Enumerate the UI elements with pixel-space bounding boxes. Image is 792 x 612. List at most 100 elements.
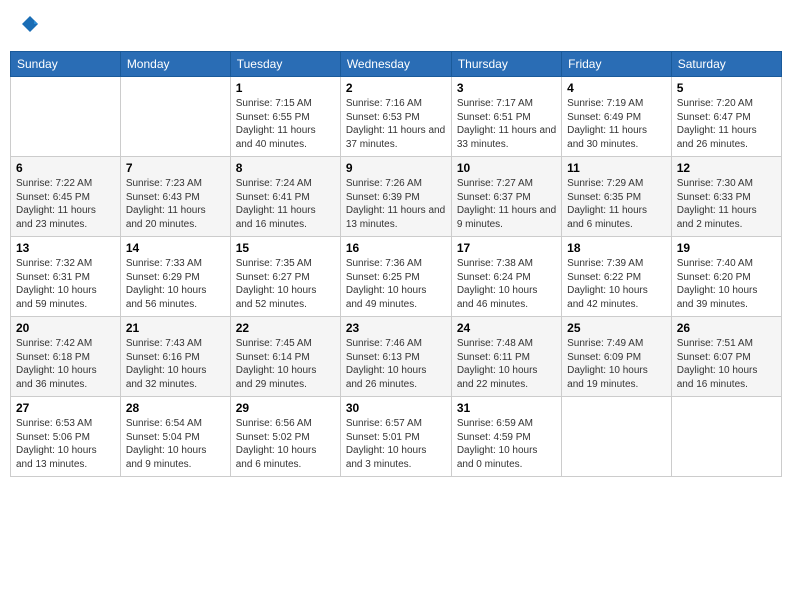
day-number: 30	[346, 401, 446, 415]
day-number: 6	[16, 161, 115, 175]
calendar-cell: 25 Sunrise: 7:49 AM Sunset: 6:09 PM Dayli…	[562, 317, 672, 397]
calendar-header-saturday: Saturday	[671, 52, 781, 77]
calendar-header-monday: Monday	[120, 52, 230, 77]
day-info: Sunrise: 7:16 AM Sunset: 6:53 PM Dayligh…	[346, 97, 446, 151]
calendar-cell	[11, 77, 121, 157]
day-number: 12	[677, 161, 776, 175]
day-info: Sunrise: 7:46 AM Sunset: 6:13 PM Dayligh…	[346, 337, 446, 391]
day-info: Sunrise: 7:36 AM Sunset: 6:25 PM Dayligh…	[346, 257, 446, 311]
calendar-header-wednesday: Wednesday	[340, 52, 451, 77]
calendar-week-row: 13 Sunrise: 7:32 AM Sunset: 6:31 PM Dayli…	[11, 237, 782, 317]
calendar-cell: 20 Sunrise: 7:42 AM Sunset: 6:18 PM Dayli…	[11, 317, 121, 397]
day-info: Sunrise: 7:30 AM Sunset: 6:33 PM Dayligh…	[677, 177, 776, 231]
day-number: 31	[457, 401, 556, 415]
calendar-cell: 5 Sunrise: 7:20 AM Sunset: 6:47 PM Daylig…	[671, 77, 781, 157]
day-number: 13	[16, 241, 115, 255]
calendar-cell: 14Sunrise: 7:33 AM Sunset: 6:29 PM Dayli…	[120, 237, 230, 317]
day-info: Sunrise: 7:49 AM Sunset: 6:09 PM Dayligh…	[567, 337, 666, 391]
day-info: Sunrise: 7:27 AM Sunset: 6:37 PM Dayligh…	[457, 177, 556, 231]
calendar-table: SundayMondayTuesdayWednesdayThursdayFrid…	[10, 51, 782, 477]
day-number: 23	[346, 321, 446, 335]
calendar-cell: 24Sunrise: 7:48 AM Sunset: 6:11 PM Dayli…	[451, 317, 561, 397]
day-info: Sunrise: 6:56 AM Sunset: 5:02 PM Dayligh…	[236, 417, 335, 471]
day-number: 26	[677, 321, 776, 335]
calendar-cell: 31 Sunrise: 6:59 AM Sunset: 4:59 PM Dayli…	[451, 397, 561, 477]
day-info: Sunrise: 7:19 AM Sunset: 6:49 PM Dayligh…	[567, 97, 666, 151]
day-number: 24	[457, 321, 556, 335]
day-info: Sunrise: 7:22 AM Sunset: 6:45 PM Dayligh…	[16, 177, 115, 231]
day-number: 2	[346, 81, 446, 95]
calendar-cell: 22 Sunrise: 7:45 AM Sunset: 6:14 PM Dayli…	[230, 317, 340, 397]
calendar-header-thursday: Thursday	[451, 52, 561, 77]
logo-icon	[20, 14, 40, 34]
day-number: 10	[457, 161, 556, 175]
day-info: Sunrise: 6:54 AM Sunset: 5:04 PM Dayligh…	[126, 417, 225, 471]
day-number: 20	[16, 321, 115, 335]
day-info: Sunrise: 6:57 AM Sunset: 5:01 PM Dayligh…	[346, 417, 446, 471]
calendar-cell: 28 Sunrise: 6:54 AM Sunset: 5:04 PM Dayli…	[120, 397, 230, 477]
day-info: Sunrise: 7:39 AM Sunset: 6:22 PM Dayligh…	[567, 257, 666, 311]
calendar-cell: 30 Sunrise: 6:57 AM Sunset: 5:01 PM Dayli…	[340, 397, 451, 477]
day-number: 18	[567, 241, 666, 255]
day-info: Sunrise: 7:33 AM Sunset: 6:29 PM Dayligh…	[126, 257, 225, 311]
day-info: Sunrise: 7:32 AM Sunset: 6:31 PM Dayligh…	[16, 257, 115, 311]
calendar-cell	[120, 77, 230, 157]
day-info: Sunrise: 7:51 AM Sunset: 6:07 PM Dayligh…	[677, 337, 776, 391]
calendar-cell: 15 Sunrise: 7:35 AM Sunset: 6:27 PM Dayli…	[230, 237, 340, 317]
day-number: 9	[346, 161, 446, 175]
day-info: Sunrise: 7:20 AM Sunset: 6:47 PM Dayligh…	[677, 97, 776, 151]
day-info: Sunrise: 7:42 AM Sunset: 6:18 PM Dayligh…	[16, 337, 115, 391]
calendar-cell: 3Sunrise: 7:17 AM Sunset: 6:51 PM Daylig…	[451, 77, 561, 157]
calendar-cell: 7 Sunrise: 7:23 AM Sunset: 6:43 PM Daylig…	[120, 157, 230, 237]
day-info: Sunrise: 6:53 AM Sunset: 5:06 PM Dayligh…	[16, 417, 115, 471]
day-info: Sunrise: 7:45 AM Sunset: 6:14 PM Dayligh…	[236, 337, 335, 391]
calendar-cell: 9 Sunrise: 7:26 AM Sunset: 6:39 PM Daylig…	[340, 157, 451, 237]
day-number: 5	[677, 81, 776, 95]
calendar-cell: 27 Sunrise: 6:53 AM Sunset: 5:06 PM Dayli…	[11, 397, 121, 477]
page-header	[10, 10, 782, 43]
calendar-week-row: 27 Sunrise: 6:53 AM Sunset: 5:06 PM Dayli…	[11, 397, 782, 477]
calendar-header-tuesday: Tuesday	[230, 52, 340, 77]
calendar-cell: 13 Sunrise: 7:32 AM Sunset: 6:31 PM Dayli…	[11, 237, 121, 317]
day-info: Sunrise: 7:43 AM Sunset: 6:16 PM Dayligh…	[126, 337, 225, 391]
calendar-cell	[671, 397, 781, 477]
calendar-cell: 11 Sunrise: 7:29 AM Sunset: 6:35 PM Dayli…	[562, 157, 672, 237]
day-number: 28	[126, 401, 225, 415]
calendar-week-row: 6 Sunrise: 7:22 AM Sunset: 6:45 PM Daylig…	[11, 157, 782, 237]
calendar-cell: 17Sunrise: 7:38 AM Sunset: 6:24 PM Dayli…	[451, 237, 561, 317]
day-info: Sunrise: 7:24 AM Sunset: 6:41 PM Dayligh…	[236, 177, 335, 231]
calendar-cell: 8 Sunrise: 7:24 AM Sunset: 6:41 PM Daylig…	[230, 157, 340, 237]
calendar-week-row: 20 Sunrise: 7:42 AM Sunset: 6:18 PM Dayli…	[11, 317, 782, 397]
calendar-cell: 29Sunrise: 6:56 AM Sunset: 5:02 PM Dayli…	[230, 397, 340, 477]
day-info: Sunrise: 7:40 AM Sunset: 6:20 PM Dayligh…	[677, 257, 776, 311]
day-info: Sunrise: 7:35 AM Sunset: 6:27 PM Dayligh…	[236, 257, 335, 311]
calendar-cell: 10 Sunrise: 7:27 AM Sunset: 6:37 PM Dayli…	[451, 157, 561, 237]
day-number: 21	[126, 321, 225, 335]
calendar-cell: 4 Sunrise: 7:19 AM Sunset: 6:49 PM Daylig…	[562, 77, 672, 157]
calendar-header-friday: Friday	[562, 52, 672, 77]
day-info: Sunrise: 7:29 AM Sunset: 6:35 PM Dayligh…	[567, 177, 666, 231]
day-info: Sunrise: 7:23 AM Sunset: 6:43 PM Dayligh…	[126, 177, 225, 231]
day-number: 7	[126, 161, 225, 175]
logo	[18, 14, 42, 39]
day-info: Sunrise: 7:26 AM Sunset: 6:39 PM Dayligh…	[346, 177, 446, 231]
calendar-cell: 1Sunrise: 7:15 AM Sunset: 6:55 PM Daylig…	[230, 77, 340, 157]
calendar-cell: 19Sunrise: 7:40 AM Sunset: 6:20 PM Dayli…	[671, 237, 781, 317]
day-info: Sunrise: 7:17 AM Sunset: 6:51 PM Dayligh…	[457, 97, 556, 151]
day-info: Sunrise: 6:59 AM Sunset: 4:59 PM Dayligh…	[457, 417, 556, 471]
calendar-cell: 21 Sunrise: 7:43 AM Sunset: 6:16 PM Dayli…	[120, 317, 230, 397]
calendar-cell: 16Sunrise: 7:36 AM Sunset: 6:25 PM Dayli…	[340, 237, 451, 317]
calendar-week-row: 1Sunrise: 7:15 AM Sunset: 6:55 PM Daylig…	[11, 77, 782, 157]
day-number: 15	[236, 241, 335, 255]
day-number: 1	[236, 81, 335, 95]
day-number: 27	[16, 401, 115, 415]
calendar-cell: 23 Sunrise: 7:46 AM Sunset: 6:13 PM Dayli…	[340, 317, 451, 397]
day-number: 8	[236, 161, 335, 175]
calendar-header-sunday: Sunday	[11, 52, 121, 77]
calendar-cell: 18 Sunrise: 7:39 AM Sunset: 6:22 PM Dayli…	[562, 237, 672, 317]
day-number: 11	[567, 161, 666, 175]
day-number: 25	[567, 321, 666, 335]
day-number: 22	[236, 321, 335, 335]
day-number: 4	[567, 81, 666, 95]
calendar-cell: 2 Sunrise: 7:16 AM Sunset: 6:53 PM Daylig…	[340, 77, 451, 157]
